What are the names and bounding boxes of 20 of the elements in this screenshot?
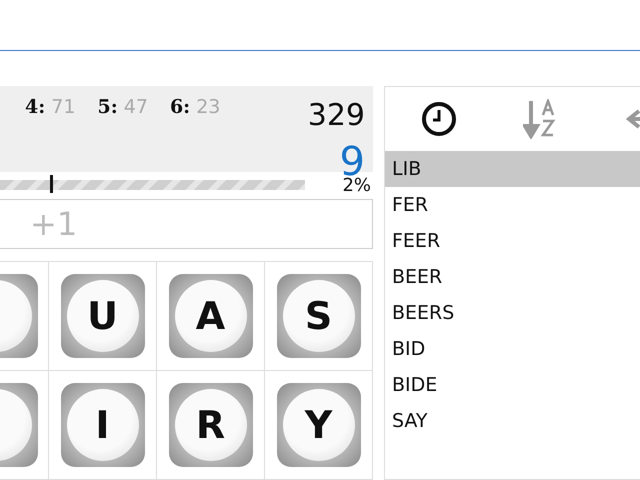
- word-list-item[interactable]: FER: [385, 187, 640, 223]
- word-list-item[interactable]: BID: [385, 331, 640, 367]
- length-count: 4: 71: [25, 96, 76, 120]
- length-count: 6: 23: [170, 96, 220, 120]
- letter-die[interactable]: A: [168, 274, 252, 358]
- letter-die[interactable]: I: [60, 383, 144, 467]
- letter-die[interactable]: Y: [276, 383, 360, 467]
- word-list-item[interactable]: BEERS: [385, 295, 640, 331]
- score: 329: [308, 98, 365, 133]
- word-list-item[interactable]: LIB: [385, 151, 640, 187]
- progress-marker: [50, 175, 53, 194]
- word-list-item[interactable]: FEER: [385, 223, 640, 259]
- letter-die[interactable]: U: [60, 274, 144, 358]
- word-list-item[interactable]: BIDE: [385, 367, 640, 403]
- letter-die[interactable]: S: [276, 274, 360, 358]
- letter-die[interactable]: R: [168, 383, 252, 467]
- word-list-item[interactable]: SAY: [385, 403, 640, 439]
- length-count: 5: 47: [97, 96, 148, 120]
- word-list-item[interactable]: BEER: [385, 259, 640, 295]
- clock-icon: [421, 101, 457, 137]
